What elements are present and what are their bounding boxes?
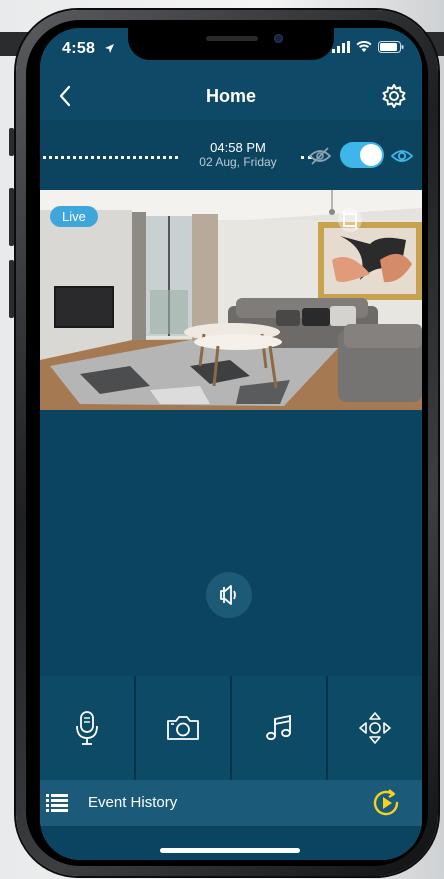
page-title: Home bbox=[205, 86, 256, 106]
gear-icon[interactable] bbox=[380, 82, 408, 110]
timeline-date: 02 Aug, Friday bbox=[199, 155, 277, 169]
bottom-area bbox=[40, 826, 422, 860]
signal-icon bbox=[332, 41, 350, 53]
earpiece-speaker bbox=[206, 36, 258, 41]
toggle-knob bbox=[360, 144, 382, 166]
eye-slash-icon[interactable] bbox=[308, 146, 332, 166]
speaker-mute-button[interactable] bbox=[206, 572, 252, 618]
living-room-camera-image bbox=[40, 190, 422, 410]
pan-tilt-button[interactable] bbox=[328, 676, 422, 780]
pan-tilt-icon bbox=[359, 712, 391, 744]
location-arrow-icon bbox=[105, 44, 114, 53]
talk-button[interactable] bbox=[40, 676, 136, 780]
live-badge: Live bbox=[50, 206, 98, 227]
home-indicator[interactable] bbox=[160, 848, 300, 853]
notch bbox=[128, 28, 334, 60]
timeline-bar: 04:58 PM 02 Aug, Friday bbox=[40, 120, 422, 190]
snapshot-button[interactable] bbox=[136, 676, 232, 780]
navigation-bar: Home bbox=[40, 72, 422, 120]
music-note-icon bbox=[266, 714, 291, 741]
camera-icon bbox=[167, 716, 199, 740]
list-icon bbox=[46, 794, 68, 812]
status-time: 4:58 bbox=[62, 40, 96, 57]
event-history-bar[interactable]: Event History bbox=[40, 780, 422, 826]
silent-switch bbox=[9, 128, 14, 156]
volume-down-button bbox=[9, 260, 14, 318]
playback-icon[interactable] bbox=[370, 787, 402, 819]
privacy-toggle[interactable] bbox=[340, 142, 384, 168]
timeline-time: 04:58 PM bbox=[210, 140, 266, 155]
status-icons bbox=[332, 41, 404, 53]
timeline-clock: 04:58 PM 02 Aug, Friday bbox=[178, 140, 298, 169]
fullscreen-icon[interactable] bbox=[338, 208, 362, 232]
control-toolbar bbox=[40, 676, 422, 780]
live-video-feed[interactable]: Live bbox=[40, 190, 422, 410]
volume-up-button bbox=[9, 188, 14, 246]
screenshot-stage: 4:58 Home 04:58 PM 02 Aug, Friday Live E… bbox=[0, 0, 444, 879]
video-blank-area bbox=[40, 410, 422, 676]
eye-icon[interactable] bbox=[390, 147, 414, 165]
microphone-icon bbox=[76, 711, 98, 745]
phone-screen: 4:58 Home 04:58 PM 02 Aug, Friday Live E… bbox=[40, 28, 422, 860]
wifi-icon bbox=[356, 41, 372, 52]
battery-icon bbox=[378, 41, 404, 53]
lullaby-button[interactable] bbox=[232, 676, 328, 780]
front-camera bbox=[274, 34, 283, 43]
speaker-muted-icon bbox=[220, 585, 236, 605]
event-history-label: Event History bbox=[88, 794, 178, 811]
